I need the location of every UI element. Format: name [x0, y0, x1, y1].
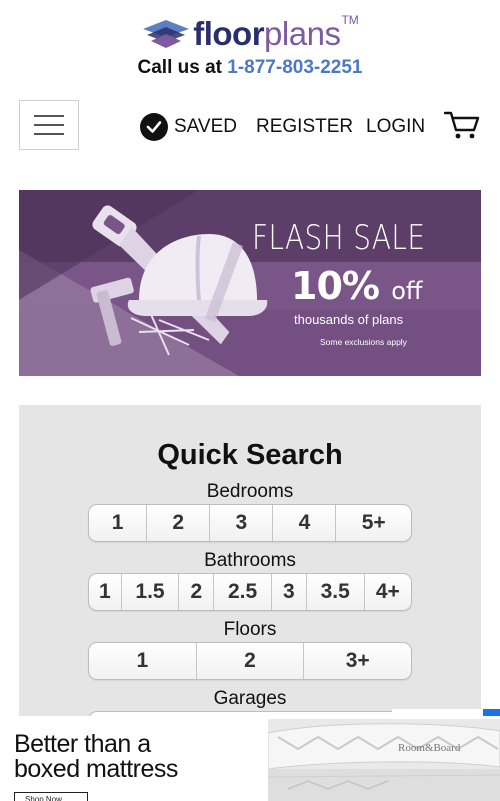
- bathrooms-option-3-5[interactable]: 3.5: [307, 574, 365, 610]
- ad-headline: Better than a boxed mattress: [14, 732, 178, 782]
- garages-label: Garages: [213, 688, 287, 709]
- logo-wordmark: floorplans: [193, 14, 341, 54]
- logo-plans-text: plans: [264, 15, 341, 52]
- ad-shop-now-button[interactable]: Shop Now: [14, 792, 88, 801]
- shopping-cart-icon[interactable]: [444, 110, 480, 140]
- ad-headline-line-2: boxed mattress: [14, 755, 178, 783]
- check-circle-icon: [140, 113, 168, 141]
- phone-link[interactable]: 1-877-803-2251: [227, 57, 362, 78]
- bathrooms-selector: 1 1.5 2 2.5 3 3.5 4+: [88, 573, 412, 611]
- floors-option-3plus[interactable]: 3+: [304, 643, 411, 679]
- advertisement-banner[interactable]: Better than a boxed mattress Shop Now Ro…: [0, 716, 500, 801]
- bedrooms-label: Bedrooms: [206, 481, 294, 502]
- bathrooms-label: Bathrooms: [204, 550, 296, 571]
- ad-image-brand: Room&Board: [398, 742, 461, 754]
- banner-discount-suffix: off: [391, 277, 423, 305]
- saved-link[interactable]: SAVED: [140, 113, 237, 141]
- bathrooms-option-2-5[interactable]: 2.5: [214, 574, 273, 610]
- call-us-prefix: Call us at: [137, 57, 222, 78]
- bedrooms-selector: 1 2 3 4 5+: [88, 504, 412, 542]
- trademark-symbol: TM: [341, 13, 359, 27]
- mattress-illustration: Room&Board: [268, 719, 500, 801]
- floors-label: Floors: [223, 619, 277, 640]
- saved-label: SAVED: [174, 116, 238, 137]
- hamburger-icon-line: [34, 133, 64, 135]
- hamburger-icon: [34, 115, 64, 117]
- call-us-line: Call us at 1-877-803-2251: [0, 57, 500, 79]
- logo-floor-text: floor: [193, 15, 265, 52]
- bedrooms-option-2[interactable]: 2: [147, 505, 211, 541]
- bedrooms-option-3[interactable]: 3: [210, 505, 274, 541]
- bathrooms-option-1[interactable]: 1: [89, 574, 122, 610]
- bathrooms-option-4plus[interactable]: 4+: [365, 574, 411, 610]
- login-link[interactable]: LOGIN: [366, 116, 425, 138]
- floors-option-2[interactable]: 2: [197, 643, 305, 679]
- banner-discount-value: 10%: [291, 264, 380, 308]
- bedrooms-option-4[interactable]: 4: [273, 505, 337, 541]
- bathrooms-option-3[interactable]: 3: [272, 574, 307, 610]
- banner-note: Some exclusions apply: [320, 337, 407, 347]
- banner-title: FLASH SALE: [252, 218, 426, 258]
- bedrooms-option-1[interactable]: 1: [89, 505, 148, 541]
- ad-mattress-image: Room&Board: [268, 719, 500, 801]
- floors-selector: 1 2 3+: [88, 642, 412, 680]
- bathrooms-option-2[interactable]: 2: [179, 574, 215, 610]
- register-link[interactable]: REGISTER: [256, 116, 353, 138]
- bedrooms-option-5plus[interactable]: 5+: [336, 505, 411, 541]
- ad-headline-line-1: Better than a: [14, 730, 151, 758]
- bathrooms-option-1-5[interactable]: 1.5: [122, 574, 180, 610]
- floors-option-1[interactable]: 1: [89, 643, 197, 679]
- hamburger-menu-button[interactable]: [19, 100, 79, 150]
- banner-discount: 10% off: [291, 264, 422, 308]
- site-logo[interactable]: floorplans TM: [0, 13, 500, 54]
- layers-logo-icon: [143, 20, 190, 48]
- hamburger-icon-line: [34, 124, 64, 126]
- banner-subtitle: thousands of plans: [294, 312, 404, 327]
- quick-search-title: Quick Search: [157, 439, 343, 471]
- flash-sale-banner[interactable]: FLASH SALE 10% off thousands of plans So…: [19, 190, 481, 376]
